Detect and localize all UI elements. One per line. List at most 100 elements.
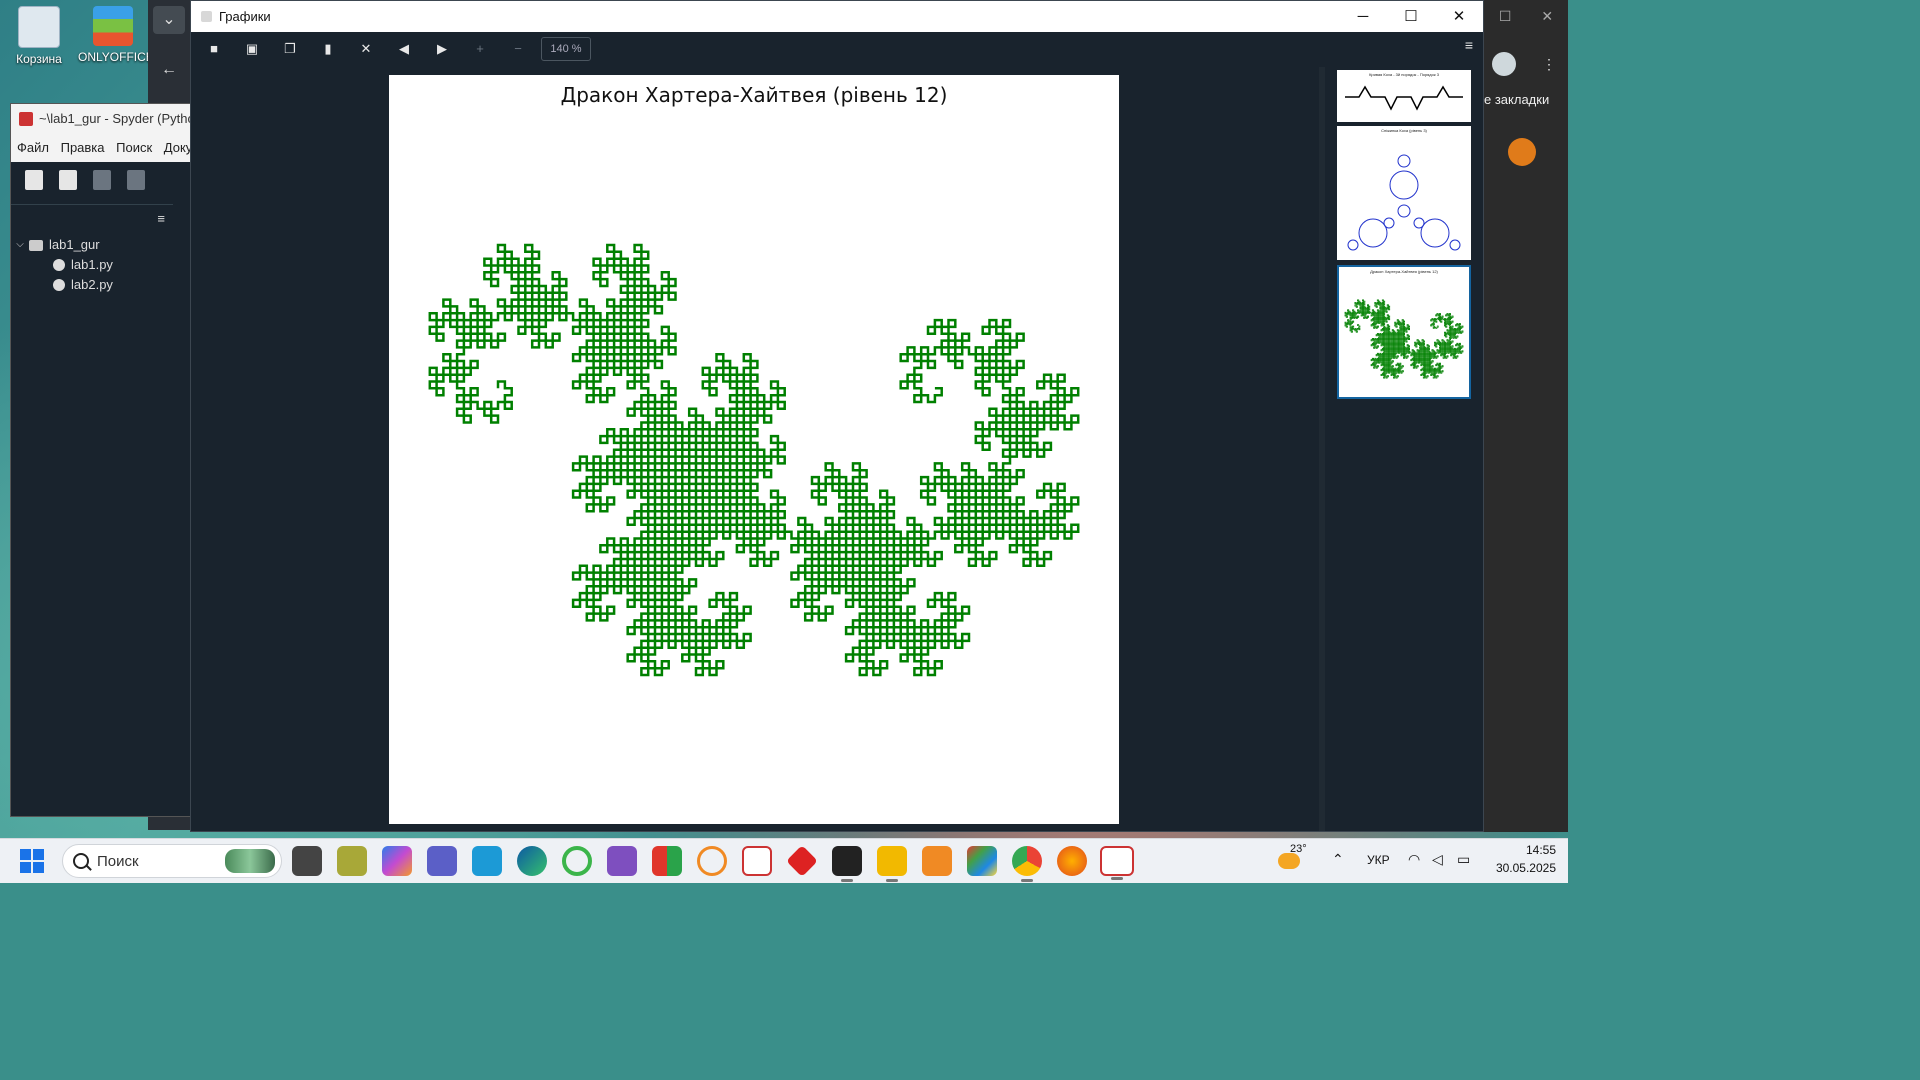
close-button[interactable]: ✕ [1435,1,1483,32]
new-file-icon[interactable] [25,170,43,190]
file-tree: ⌵ lab1_gur lab1.py lab2.py [11,205,173,295]
taskbar-search[interactable]: Поиск [62,844,282,878]
save-all-icon[interactable] [127,170,145,190]
save-icon[interactable]: ■ [199,35,229,63]
plots-window: Графики ─ ☐ ✕ ■ ▣ ❐ ▮ ✕ ◀ ▶ + − 140 % ≡ … [190,0,1484,832]
next-arrow-icon[interactable]: ▶ [427,35,457,63]
tree-file-label: lab1.py [71,257,113,272]
tree-folder-label: lab1_gur [49,237,100,252]
sublime-text-icon[interactable] [922,846,952,876]
minimize-button[interactable]: ─ [1339,1,1387,32]
clock-time: 14:55 [1525,843,1556,857]
thumbnail-caption: Дракон Хартера-Хайтвея (рівень 12) [1370,269,1438,274]
profile-avatar[interactable] [1492,52,1516,76]
app-icon [201,11,212,22]
tree-file[interactable]: lab1.py [11,255,173,275]
volume-icon[interactable]: ◁ [1432,851,1443,868]
edge-icon[interactable] [517,846,547,876]
chevron-down-icon[interactable]: ⌄ [153,6,185,34]
copy-icon[interactable]: ❐ [275,35,305,63]
jupyter-icon[interactable] [697,846,727,876]
copilot-icon[interactable] [382,846,412,876]
save-all-icon[interactable]: ▣ [237,35,267,63]
pane-menu-icon[interactable]: ≡ [157,211,165,226]
menu-search[interactable]: Поиск [116,140,152,155]
back-arrow-icon[interactable]: ← [153,56,185,84]
desktop-icon-onlyoffice[interactable]: ONLYOFFICE [78,6,154,64]
spyder-window: ~\lab1_gur - Spyder (Python Файл Правка … [10,103,192,817]
thumbnail-dragon-curve[interactable]: Дракон Хартера-Хайтвея (рівень 12) [1337,265,1471,399]
chevron-up-icon[interactable]: ⌃ [1332,851,1344,868]
search-highlight-icon [225,849,275,873]
more-menu-icon[interactable]: ⋮ [1542,56,1556,73]
zoom-in-icon[interactable]: + [465,35,495,63]
power-automate-icon[interactable] [472,846,502,876]
thumbnail-caption: Кривая Коха - 3й порядок - Порядок 3 [1369,72,1439,77]
maximize-button[interactable]: ☐ [1387,1,1435,32]
app-icon[interactable] [652,846,682,876]
save-icon[interactable] [93,170,111,190]
chrome-icon[interactable] [1012,846,1042,882]
firefox-icon[interactable] [1057,846,1087,876]
spyder-titlebar[interactable]: ~\lab1_gur - Spyder (Python [11,104,191,134]
python-file-icon [53,279,65,291]
menu-file[interactable]: Файл [17,140,49,155]
terminal-icon[interactable] [832,846,862,882]
desktop-icon-recycle-bin[interactable]: Корзина [4,6,74,66]
koch-curve-preview [1345,85,1463,111]
plot-viewer: Дракон Хартера-Хайтвея (рівень 12) [191,67,1315,831]
search-placeholder: Поиск [97,853,139,870]
pumpkin-icon[interactable] [1508,138,1536,166]
menu-edit[interactable]: Правка [61,140,105,155]
task-view-icon[interactable] [292,846,322,876]
ring-app-icon[interactable] [562,846,592,876]
plots-titlebar[interactable]: Графики ─ ☐ ✕ [191,1,1483,32]
visual-studio-icon[interactable] [607,846,637,876]
clock[interactable]: 14:55 30.05.2025 [1490,843,1556,875]
weather-temperature: 23° [1290,843,1307,855]
spyder-toolbar [11,162,191,202]
wifi-icon[interactable]: ◠ [1408,851,1420,868]
open-folder-icon[interactable] [59,170,77,190]
figure: Дракон Хартера-Хайтвея (рівень 12) [389,75,1119,824]
tree-folder[interactable]: ⌵ lab1_gur [11,235,173,255]
zoom-level[interactable]: 140 % [541,37,591,61]
browser-controls: ☐ ✕ [1484,8,1568,25]
recycle-bin-icon [18,6,60,48]
delete-icon[interactable]: ▮ [313,35,343,63]
zoom-out-icon[interactable]: − [503,35,533,63]
windows-start-icon[interactable] [20,849,44,873]
spyder-active-icon[interactable] [1100,846,1134,880]
options-menu-icon[interactable]: ≡ [1465,37,1473,53]
language-indicator[interactable]: УКР [1367,853,1390,867]
delete-all-icon[interactable]: ✕ [351,35,381,63]
thumbnail-koch-curve[interactable]: Кривая Коха - 3й порядок - Порядок 3 [1337,70,1471,122]
battery-icon[interactable]: ▭ [1457,851,1470,868]
menu-document[interactable]: Докумен [164,140,191,155]
git-icon[interactable] [786,845,818,877]
previous-arrow-icon[interactable]: ◀ [389,35,419,63]
search-icon [73,853,89,869]
thumbnail-panel: Кривая Коха - 3й порядок - Порядок 3 Сні… [1325,67,1483,831]
thumbnail-caption: Сніжинка Коха (рівень 3) [1381,128,1427,133]
project-explorer: ≡ ⌵ lab1_gur lab1.py lab2.py [11,204,173,795]
spyder-app-icon[interactable] [742,846,772,876]
dragon-curve-path [428,243,1080,677]
file-explorer-icon[interactable] [877,846,907,882]
taskbar: Поиск 23° ⌃ УКР ◠ ◁ ▭ 14:55 30.05.2025 [0,838,1568,883]
onlyoffice-icon [93,6,133,46]
tree-file[interactable]: lab2.py [11,275,173,295]
weather-widget[interactable]: 23° [1278,843,1308,875]
dragon-curve [428,243,1080,677]
thumbnail-koch-snowflake[interactable]: Сніжинка Коха (рівень 3) [1337,126,1471,260]
browser-window: ☐ ✕ ⋮ е закладки [1484,0,1568,832]
restore-icon[interactable]: ☐ [1499,8,1512,25]
colorful-app-icon[interactable] [967,846,997,876]
close-icon[interactable]: ✕ [1541,8,1553,25]
chevron-down-icon[interactable]: ⌵ [11,235,29,255]
widget-app-icon[interactable] [337,846,367,876]
bookmarks-label[interactable]: е закладки [1484,92,1549,107]
plots-toolbar: ■ ▣ ❐ ▮ ✕ ◀ ▶ + − 140 % ≡ [191,32,1483,66]
teams-icon[interactable] [427,846,457,876]
dragon-curve-preview [1344,299,1464,379]
